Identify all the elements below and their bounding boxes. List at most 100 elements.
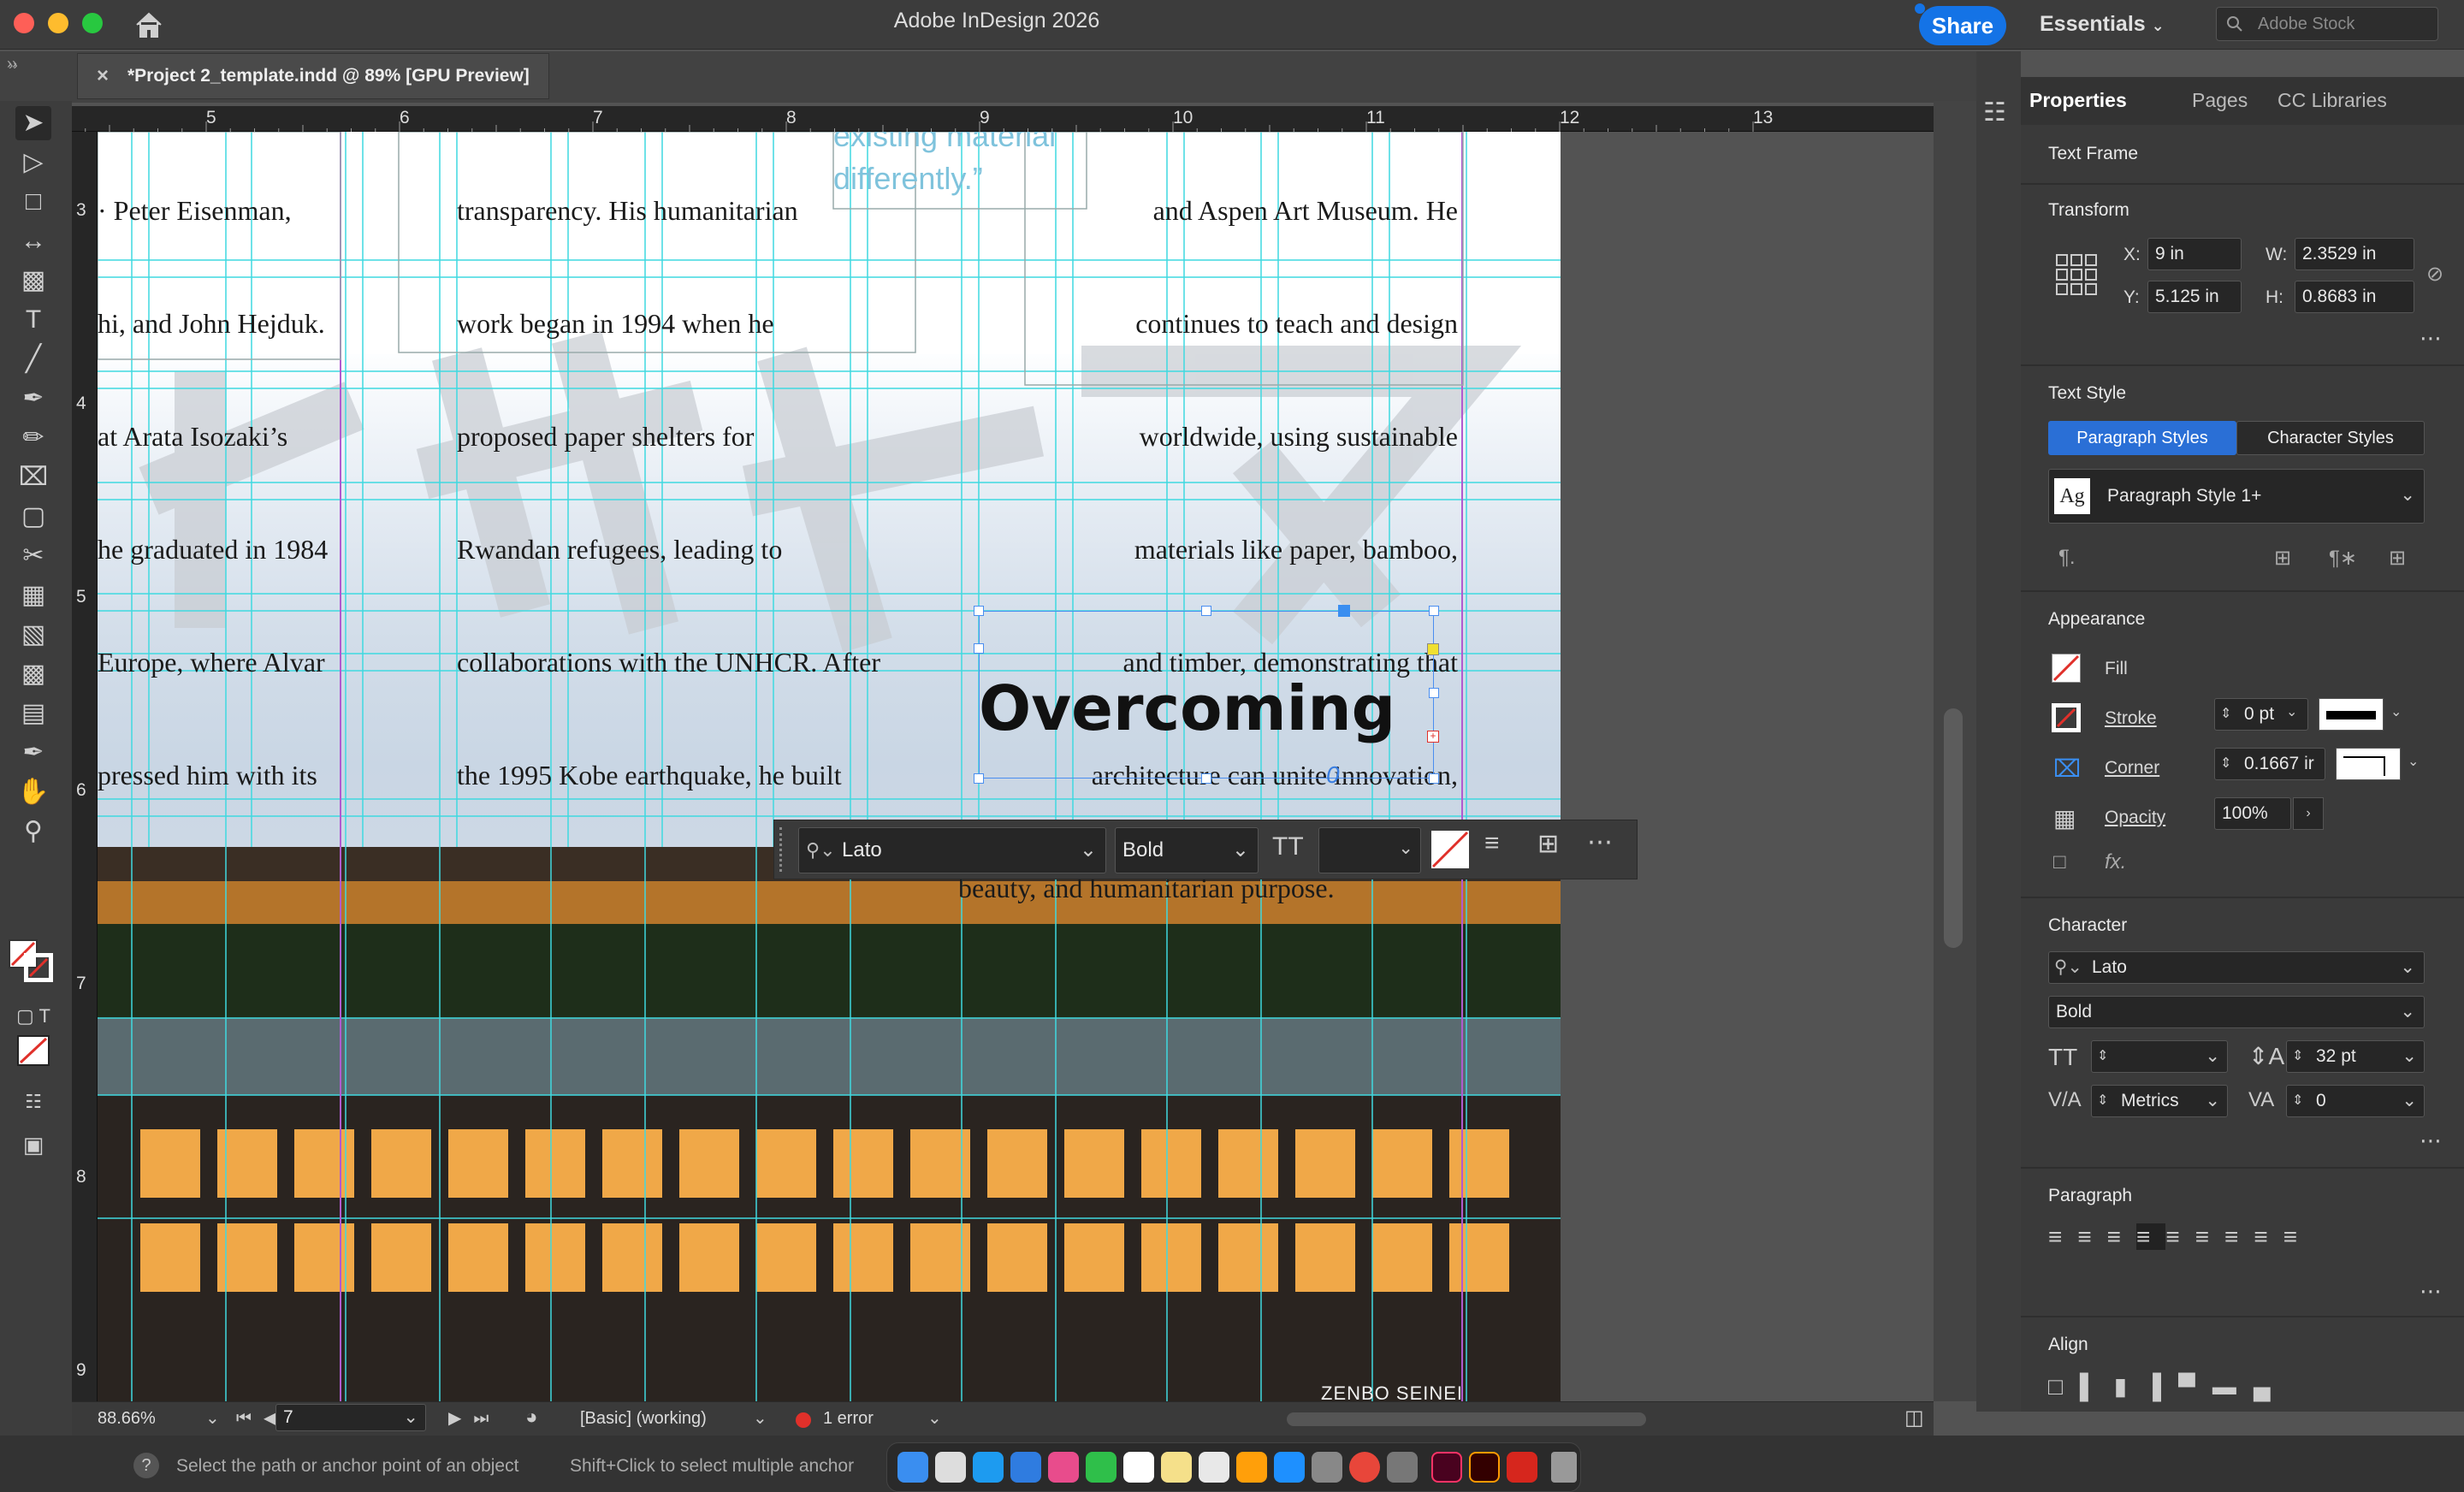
text-column-2[interactable]: transparency. His humanitarian work bega…	[457, 132, 970, 869]
safari-icon[interactable]	[973, 1452, 1004, 1483]
overset-text-icon[interactable]: +	[1427, 731, 1439, 743]
y-field[interactable]: 5.125 in	[2147, 281, 2242, 313]
tab-cc-libraries[interactable]: CC Libraries	[2277, 89, 2387, 112]
zoom-tool-icon[interactable]: ⚲	[15, 814, 51, 849]
paragraph-style-dropdown[interactable]: Ag Paragraph Style 1+ ⌄	[2048, 469, 2425, 524]
character-style-dropdown[interactable]: Bold ⌄	[2048, 996, 2425, 1028]
frame-handle[interactable]	[1201, 606, 1211, 616]
corner-control-handle[interactable]	[1427, 643, 1439, 655]
font-family-dropdown[interactable]: ⚲⌄ Lato ⌄	[798, 827, 1106, 873]
type-tool-icon[interactable]: T	[15, 303, 51, 337]
tab-pages[interactable]: Pages	[2192, 89, 2248, 112]
kerning-field[interactable]: ⇕ Metrics ⌄	[2091, 1085, 2228, 1117]
apply-none-icon[interactable]	[17, 1035, 50, 1066]
align-buttons[interactable]: □▌▮▐▀▬▄	[2048, 1372, 2442, 1406]
chevron-down-icon[interactable]: ⌄	[927, 1407, 942, 1429]
opacity-field[interactable]: 100%	[2214, 797, 2291, 830]
leading-field[interactable]: ⇕ 32 pt ⌄	[2286, 1040, 2425, 1073]
chevron-down-icon[interactable]: ⌄	[2408, 753, 2419, 770]
gradient-feather-tool-icon[interactable]: ▩	[15, 657, 51, 691]
font-size-field[interactable]: ⌄	[1318, 827, 1421, 873]
opacity-label[interactable]: Opacity	[2105, 808, 2165, 828]
next-page-icon[interactable]: ▶⏭	[448, 1407, 500, 1429]
close-tab-icon[interactable]: ×	[97, 54, 109, 98]
stepper-icon[interactable]: ⇕	[2097, 1041, 2108, 1072]
more-transform-options-icon[interactable]: ⋯	[2420, 325, 2442, 352]
drop-shadow-icon[interactable]: □	[2053, 850, 2066, 874]
rectangle-frame-tool-icon[interactable]: ⌧	[15, 460, 51, 494]
illustrator-icon[interactable]	[1469, 1452, 1500, 1483]
utility-icon[interactable]	[1387, 1452, 1418, 1483]
headline-text[interactable]: Overcoming	[979, 672, 1395, 744]
pilcrow-icon[interactable]: ¶.	[2058, 546, 2076, 570]
rectangle-tool-icon[interactable]: ▢	[15, 500, 51, 534]
adobe-stock-search[interactable]: Adobe Stock	[2216, 7, 2438, 41]
page-tool-icon[interactable]: □	[15, 185, 51, 219]
tab-properties[interactable]: Properties	[2029, 89, 2127, 112]
facetime-icon[interactable]	[1086, 1452, 1116, 1483]
gradient-swatch-tool-icon[interactable]: ▧	[15, 618, 51, 652]
stepper-icon[interactable]: ⇕	[2220, 749, 2231, 779]
preview-mode-icon[interactable]: ▣	[15, 1128, 51, 1162]
chevron-down-icon[interactable]: ⌄	[2390, 703, 2402, 720]
corner-shape-dropdown[interactable]	[2336, 748, 2401, 780]
drag-handle-icon[interactable]	[779, 827, 786, 872]
acrobat-icon[interactable]	[1507, 1452, 1537, 1483]
launchpad-icon[interactable]	[935, 1452, 966, 1483]
document-tab[interactable]: × *Project 2_template.indd @ 89% [GPU Pr…	[77, 53, 549, 99]
pen-tool-icon[interactable]: ✒	[15, 382, 51, 416]
finder-icon[interactable]	[897, 1452, 928, 1483]
text-column-1[interactable]: · Peter Eisenman, hi, and John Hejduk. a…	[98, 132, 341, 869]
stepper-icon[interactable]: ⇕	[2220, 699, 2231, 730]
horizontal-ruler[interactable]: 5 6 7 8 9 10 11 12 13	[72, 106, 1934, 132]
paragraph-alignment-buttons[interactable]: ≡≡≡≡≡≡≡≡≡	[2048, 1223, 2425, 1261]
frame-handle[interactable]	[1429, 606, 1439, 616]
calendar-icon[interactable]	[1123, 1452, 1154, 1483]
frame-handle[interactable]	[1429, 773, 1439, 784]
direct-selection-tool-icon[interactable]: ▷	[15, 145, 51, 180]
stroke-none-swatch[interactable]	[2052, 703, 2081, 732]
corner-label[interactable]: Corner	[2105, 758, 2159, 779]
more-paragraph-options-icon[interactable]: ⋯	[2420, 1278, 2442, 1305]
pull-quote[interactable]: existing material differently.”	[833, 132, 1056, 200]
tab-character-styles[interactable]: Character Styles	[2236, 421, 2425, 455]
properties-panel-icon[interactable]: ☷	[1983, 98, 2006, 127]
preflight-profile[interactable]: [Basic] (working)	[580, 1409, 707, 1429]
frame-handle[interactable]	[974, 773, 984, 784]
vertical-scrollbar[interactable]	[1934, 101, 1976, 1401]
pages-icon[interactable]	[1236, 1452, 1267, 1483]
workspace-switcher[interactable]: Essentials ⌄	[2040, 12, 2165, 37]
clear-overrides-icon[interactable]: ¶∗	[2329, 546, 2357, 571]
frame-fitting-icon[interactable]: ⊞	[1537, 829, 1559, 859]
content-collector-icon[interactable]: ▩	[15, 263, 51, 298]
frame-handle[interactable]	[1201, 773, 1211, 784]
mail-icon[interactable]	[1010, 1452, 1041, 1483]
formatting-affects-container-icon[interactable]: ▢ T	[15, 999, 51, 1033]
character-font-dropdown[interactable]: ⚲⌄ Lato ⌄	[2048, 951, 2425, 984]
line-tool-icon[interactable]: ╱	[15, 342, 51, 376]
fill-none-swatch[interactable]	[2052, 654, 2081, 683]
scrollbar-thumb[interactable]	[1944, 708, 1963, 948]
free-transform-tool-icon[interactable]: ▦	[15, 578, 51, 613]
indesign-icon[interactable]	[1431, 1452, 1462, 1483]
font-size-field[interactable]: ⇕ ⌄	[2091, 1040, 2228, 1073]
font-style-dropdown[interactable]: Bold ⌄	[1115, 827, 1259, 873]
trash-icon[interactable]	[1551, 1452, 1577, 1483]
share-button[interactable]: Share	[1919, 6, 2006, 45]
system-settings-icon[interactable]	[1312, 1452, 1342, 1483]
chrome-icon[interactable]	[1349, 1452, 1380, 1483]
h-field[interactable]: 0.8683 in	[2295, 281, 2414, 313]
horizontal-scrollbar[interactable]	[1287, 1412, 1646, 1426]
tracking-field[interactable]: ⇕ 0 ⌄	[2286, 1085, 2425, 1117]
stepper-icon[interactable]: ⇕	[2292, 1041, 2303, 1072]
frame-handle[interactable]	[974, 643, 984, 654]
zoom-dropdown-icon[interactable]: ⌄	[205, 1407, 220, 1429]
stroke-swatch[interactable]	[24, 953, 53, 982]
new-style-icon[interactable]: ⊞	[2389, 546, 2406, 571]
chevron-down-icon[interactable]: ⌄	[2286, 703, 2297, 720]
x-field[interactable]: 9 in	[2147, 238, 2242, 270]
note-tool-icon[interactable]: ▤	[15, 696, 51, 731]
scissors-tool-icon[interactable]: ✂	[15, 539, 51, 573]
chevron-right-icon[interactable]: ›	[2293, 797, 2324, 830]
gap-tool-icon[interactable]: ↔	[15, 224, 51, 258]
